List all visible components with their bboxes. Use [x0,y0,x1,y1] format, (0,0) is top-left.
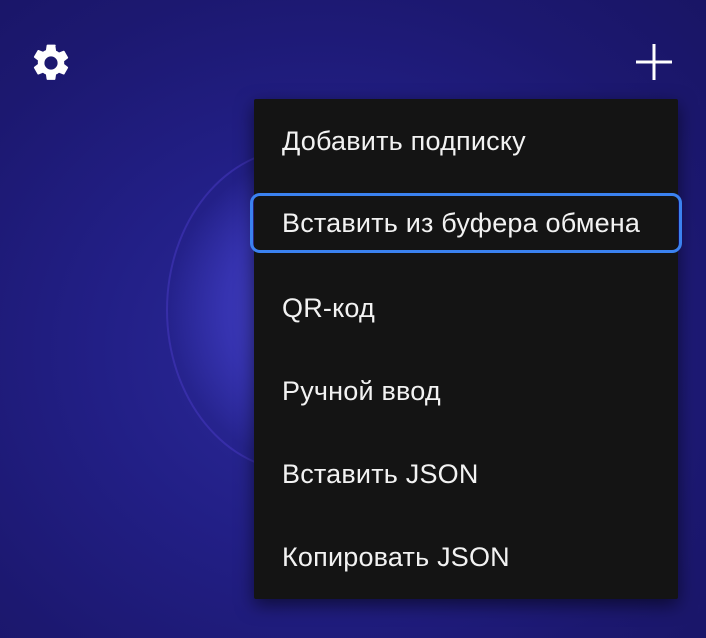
menu-item-label: Копировать JSON [282,541,510,572]
plus-icon [636,44,672,80]
menu-item-label: QR-код [282,292,375,323]
menu-item-manual-input[interactable]: Ручной ввод [254,361,678,421]
add-config-menu: Добавить подписку Вставить из буфера обм… [250,99,682,599]
menu-item-label: Вставить JSON [282,458,479,489]
add-button[interactable] [634,42,674,82]
menu-item-label: Ручной ввод [282,375,441,406]
settings-button[interactable] [28,40,74,86]
menu-item-label: Добавить подписку [282,125,526,156]
menu-item-add-subscription[interactable]: Добавить подписку [254,111,678,171]
menu-item-paste-from-clipboard[interactable]: Вставить из буфера обмена [250,193,682,253]
menu-item-qr-code[interactable]: QR-код [254,278,678,338]
gear-icon [33,44,69,80]
menu-item-copy-json[interactable]: Копировать JSON [254,527,678,587]
menu-item-label: Вставить из буфера обмена [282,207,641,238]
menu-item-paste-json[interactable]: Вставить JSON [254,444,678,504]
